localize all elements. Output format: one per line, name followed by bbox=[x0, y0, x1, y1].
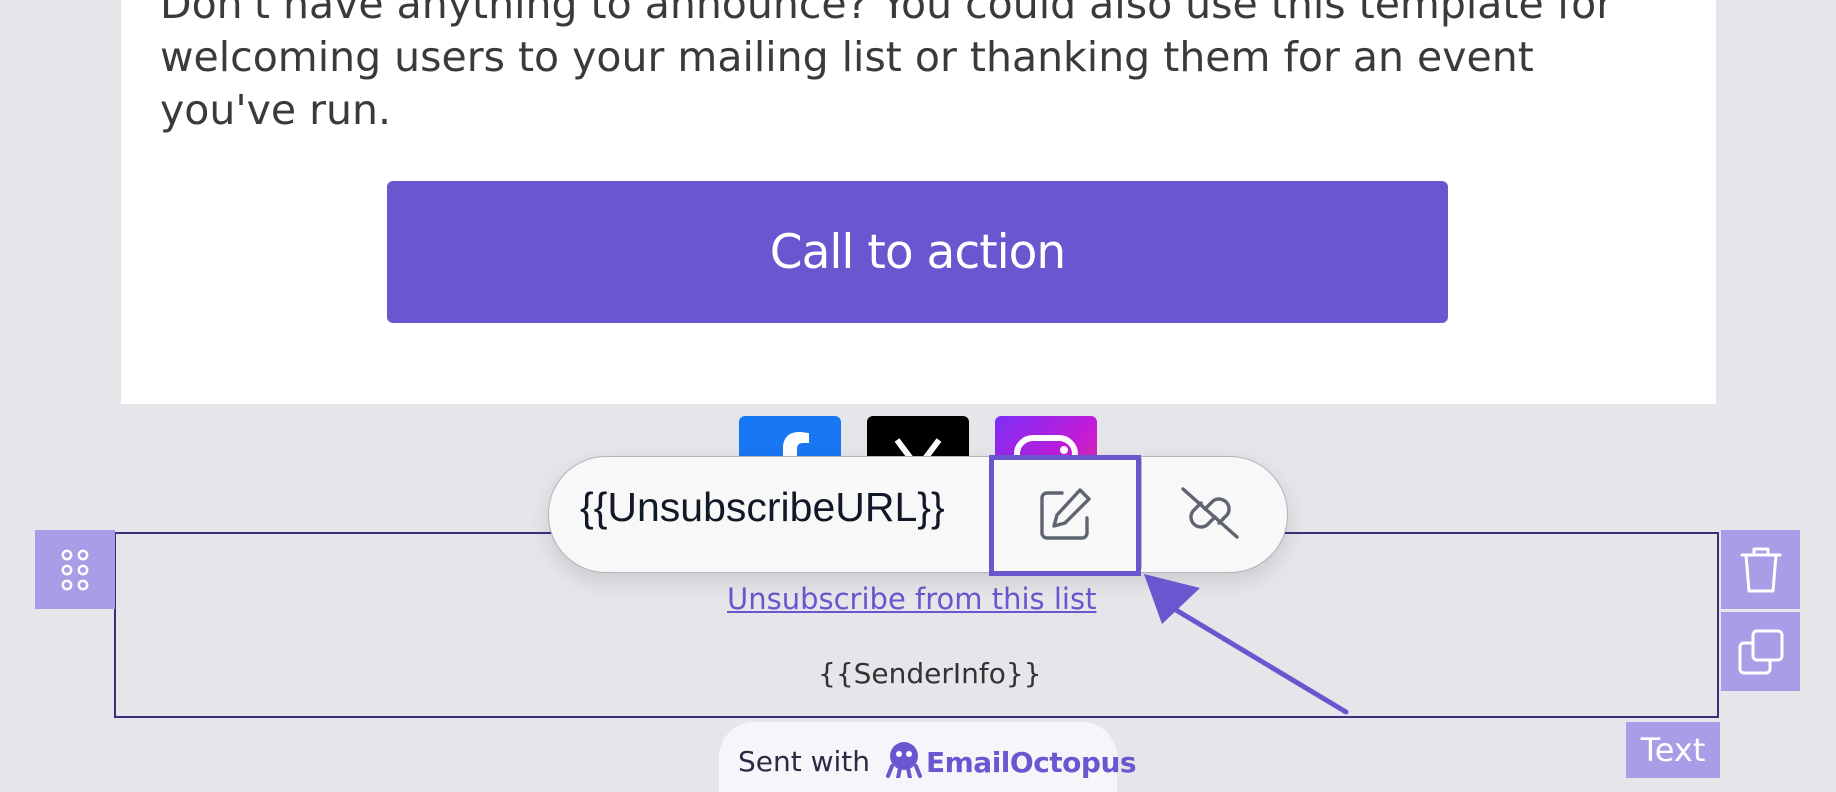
pencil-square-icon bbox=[1036, 485, 1094, 547]
brand-name: EmailOctopus bbox=[926, 746, 1137, 779]
copy-icon[interactable] bbox=[1721, 612, 1800, 691]
drag-handle-icon[interactable] bbox=[35, 530, 115, 609]
unlink-icon bbox=[1175, 483, 1245, 547]
unlink-button[interactable] bbox=[1160, 465, 1260, 565]
call-to-action-button[interactable]: Call to action bbox=[387, 181, 1448, 323]
block-type-label: Text bbox=[1626, 722, 1720, 778]
email-body-text[interactable]: Don't have anything to announce? You cou… bbox=[160, 0, 1680, 137]
sender-info-text[interactable]: {{SenderInfo}} bbox=[818, 657, 1042, 690]
edit-link-button[interactable] bbox=[989, 455, 1141, 576]
unsubscribe-link[interactable]: Unsubscribe from this list bbox=[727, 582, 1096, 616]
annotation-arrow bbox=[1144, 574, 1349, 715]
trash-icon[interactable] bbox=[1721, 530, 1800, 609]
octopus-logo-icon bbox=[884, 740, 924, 782]
sent-with-label: Sent with bbox=[738, 745, 871, 778]
link-url-text: {{UnsubscribeURL}} bbox=[580, 484, 945, 530]
